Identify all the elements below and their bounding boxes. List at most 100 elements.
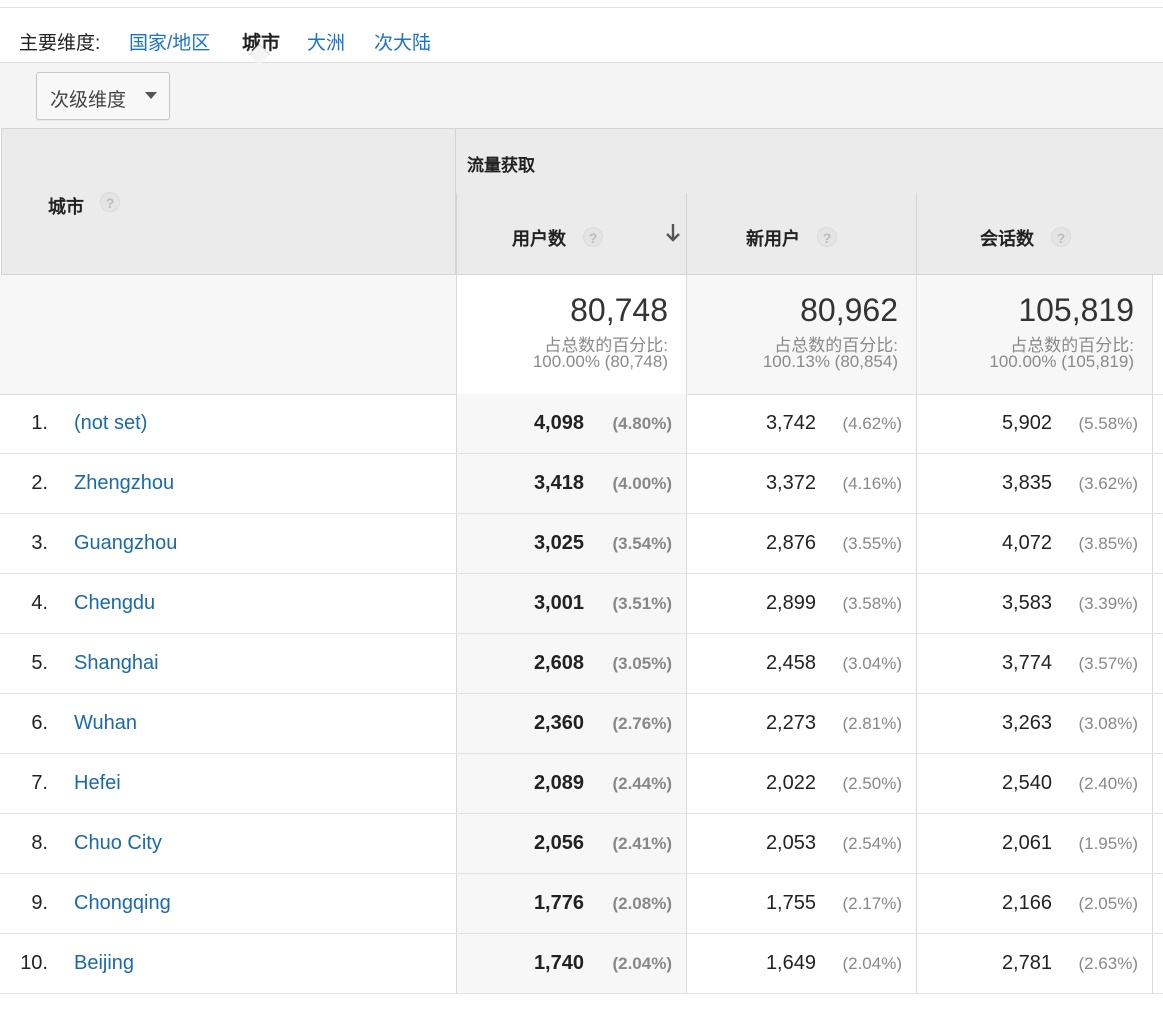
row-index: 10. (20, 952, 48, 974)
users-cell: 3,025 (3.54%) (456, 514, 686, 573)
table-row: 1. (not set) 4,098 (4.80%) 3,742 (4.62%)… (0, 394, 1163, 454)
table-row: 8. Chuo City 2,056 (2.41%) 2,053 (2.54%)… (0, 814, 1163, 874)
new-users-percent: (3.58%) (842, 594, 902, 613)
sessions-cell: 3,835 (3.62%) (916, 454, 1153, 513)
arrow-down-icon[interactable] (665, 223, 681, 243)
city-link[interactable]: Shanghai (74, 652, 159, 675)
new-users-percent: (2.54%) (842, 834, 902, 853)
secondary-dimension-bar: 次级维度 (0, 62, 1163, 129)
table-row: 7. Hefei 2,089 (2.44%) 2,022 (2.50%) 2,5… (0, 754, 1163, 814)
sessions-percent: (2.63%) (1078, 954, 1138, 973)
row-index: 1. (31, 412, 48, 434)
total-new-users: 80,962 占总数的百分比: 100.13% (80,854) (686, 275, 916, 394)
sessions-cell: 2,166 (2.05%) (916, 874, 1153, 933)
users-value: 2,608 (533, 652, 584, 674)
table-row: 5. Shanghai 2,608 (3.05%) 2,458 (3.04%) … (0, 634, 1163, 694)
sessions-value: 3,835 (1001, 472, 1052, 494)
users-value: 1,776 (533, 892, 584, 914)
secondary-dimension-label: 次级维度 (50, 90, 127, 111)
users-cell: 3,001 (3.51%) (456, 574, 686, 633)
total-new-users-percent: 100.13% (80,854) (762, 352, 898, 371)
sessions-percent: (3.85%) (1078, 534, 1138, 553)
new-users-cell: 3,372 (4.16%) (686, 454, 916, 513)
sessions-percent: (5.58%) (1078, 414, 1138, 433)
new-users-value: 1,649 (765, 952, 816, 974)
totals-label-cell (0, 275, 456, 394)
new-users-value: 1,755 (765, 892, 816, 914)
help-icon[interactable]: ? (583, 227, 603, 247)
total-sessions-percent: 100.00% (105,819) (989, 352, 1134, 371)
row-index: 8. (31, 832, 48, 854)
new-users-percent: (2.04%) (842, 954, 902, 973)
users-percent: (3.54%) (612, 534, 672, 553)
users-percent: (2.41%) (612, 834, 672, 853)
sessions-cell: 2,061 (1.95%) (916, 814, 1153, 873)
new-users-percent: (2.17%) (842, 894, 902, 913)
city-link[interactable]: Chengdu (74, 592, 155, 615)
new-users-percent: (2.81%) (842, 714, 902, 733)
header-users-label: 用户数 (512, 229, 566, 249)
users-percent: (4.80%) (612, 414, 672, 433)
users-value: 3,025 (533, 532, 584, 554)
new-users-cell: 2,876 (3.55%) (686, 514, 916, 573)
header-city[interactable]: 城市 ? (1, 128, 456, 275)
city-link[interactable]: Chongqing (74, 892, 171, 915)
header-users[interactable]: 用户数 ? (456, 193, 686, 275)
city-link[interactable]: Beijing (74, 952, 134, 975)
header-new-users[interactable]: 新用户 ? (686, 193, 916, 275)
city-link[interactable]: Chuo City (74, 832, 162, 855)
new-users-percent: (4.62%) (842, 414, 902, 433)
sessions-percent: (2.05%) (1078, 894, 1138, 913)
help-icon[interactable]: ? (1051, 227, 1071, 247)
sessions-percent: (1.95%) (1078, 834, 1138, 853)
sessions-cell: 3,774 (3.57%) (916, 634, 1153, 693)
users-value: 1,740 (533, 952, 584, 974)
new-users-value: 2,273 (765, 712, 816, 734)
new-users-value: 3,742 (765, 412, 816, 434)
new-users-value: 2,899 (765, 592, 816, 614)
city-link[interactable]: Zhengzhou (74, 472, 174, 495)
header-new-users-label: 新用户 (746, 229, 800, 249)
dimension-option-subcontinent[interactable]: 次大陆 (374, 28, 431, 55)
help-icon[interactable]: ? (100, 192, 120, 212)
row-index: 6. (31, 712, 48, 734)
sessions-percent: (3.39%) (1078, 594, 1138, 613)
dimension-option-continent[interactable]: 大洲 (307, 28, 345, 55)
users-cell: 4,098 (4.80%) (456, 394, 686, 453)
totals-row: 80,748 占总数的百分比: 100.00% (80,748) 80,962 … (0, 275, 1163, 395)
header-group-acquisition: 流量获取 (456, 128, 1163, 194)
users-percent: (4.00%) (612, 474, 672, 493)
city-link[interactable]: Hefei (74, 772, 121, 795)
new-users-value: 2,458 (765, 652, 816, 674)
primary-dimension-bar: 主要维度: 国家/地区 城市 大洲 次大陆 (0, 8, 1163, 62)
new-users-value: 2,022 (765, 772, 816, 794)
sessions-value: 3,774 (1001, 652, 1052, 674)
header-city-label: 城市 (48, 197, 84, 217)
table-row: 10. Beijing 1,740 (2.04%) 1,649 (2.04%) … (0, 934, 1163, 994)
new-users-cell: 1,755 (2.17%) (686, 874, 916, 933)
help-icon[interactable]: ? (817, 227, 837, 247)
new-users-cell: 1,649 (2.04%) (686, 934, 916, 993)
total-sessions-value: 105,819 (1018, 292, 1134, 328)
top-divider (0, 0, 1163, 8)
sessions-cell: 2,540 (2.40%) (916, 754, 1153, 813)
sessions-value: 2,166 (1001, 892, 1052, 914)
new-users-cell: 2,899 (3.58%) (686, 574, 916, 633)
city-link[interactable]: (not set) (74, 412, 147, 435)
secondary-dimension-button[interactable]: 次级维度 (36, 72, 170, 120)
sessions-cell: 3,583 (3.39%) (916, 574, 1153, 633)
sessions-percent: (3.08%) (1078, 714, 1138, 733)
table-row: 9. Chongqing 1,776 (2.08%) 1,755 (2.17%)… (0, 874, 1163, 934)
dimension-option-country[interactable]: 国家/地区 (129, 28, 210, 55)
table-row: 3. Guangzhou 3,025 (3.54%) 2,876 (3.55%)… (0, 514, 1163, 574)
sessions-percent: (3.62%) (1078, 474, 1138, 493)
sessions-percent: (3.57%) (1078, 654, 1138, 673)
city-link[interactable]: Wuhan (74, 712, 137, 735)
header-sessions[interactable]: 会话数 ? (916, 193, 1163, 275)
new-users-percent: (3.04%) (842, 654, 902, 673)
header-sessions-label: 会话数 (980, 229, 1034, 249)
sessions-value: 2,061 (1001, 832, 1052, 854)
row-index: 2. (31, 472, 48, 494)
new-users-value: 2,053 (765, 832, 816, 854)
city-link[interactable]: Guangzhou (74, 532, 177, 555)
